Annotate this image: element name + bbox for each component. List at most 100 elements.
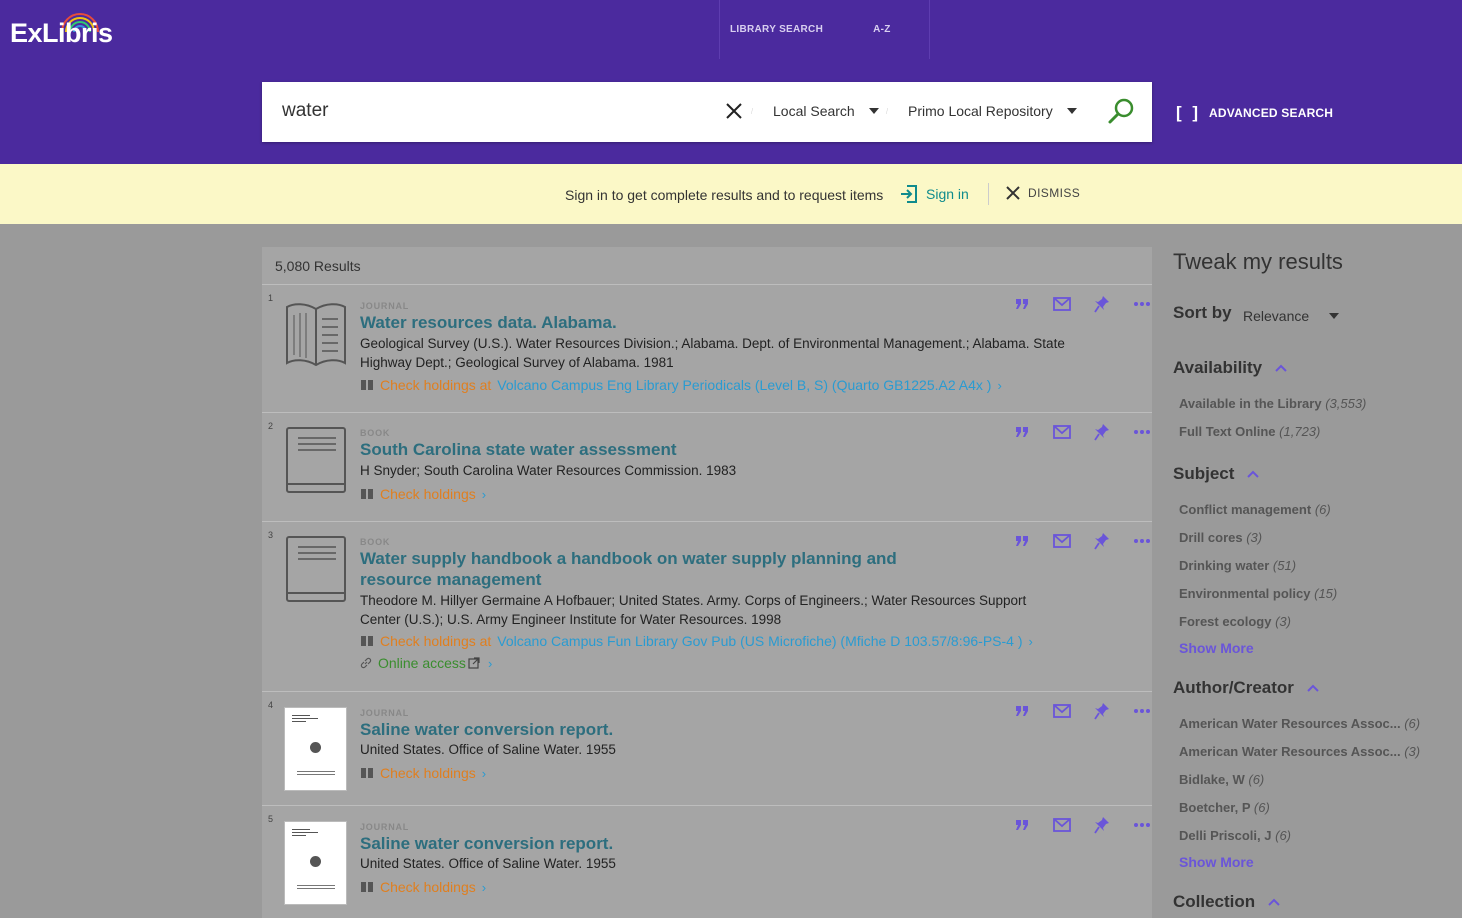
facet-item[interactable]: Conflict management (6) — [1179, 502, 1331, 517]
facet-item[interactable]: Drinking water (51) — [1179, 558, 1296, 573]
divider — [988, 183, 989, 205]
availability-link[interactable]: Check holdings › — [360, 765, 486, 781]
result-item[interactable]: 5 JOURNAL Saline water conversion report… — [262, 805, 1152, 918]
signin-button[interactable]: Sign in — [900, 184, 969, 204]
show-more-subject[interactable]: Show More — [1179, 640, 1254, 656]
citation-icon[interactable] — [1002, 815, 1042, 835]
search-bar-region: Local Search Primo Local Repository [ ] … — [0, 59, 1462, 164]
result-item[interactable]: 3 BOOK Water supply handbook a handbook … — [262, 521, 1152, 691]
dismiss-label: DISMISS — [1028, 186, 1081, 200]
show-more-author[interactable]: Show More — [1179, 854, 1254, 870]
chevron-up-icon — [1268, 898, 1280, 906]
email-icon[interactable] — [1042, 422, 1082, 442]
more-icon[interactable] — [1122, 422, 1162, 442]
more-icon[interactable] — [1122, 294, 1162, 314]
close-icon[interactable] — [725, 102, 743, 120]
signin-message: Sign in to get complete results and to r… — [565, 187, 884, 203]
result-author-line: United States. Office of Saline Water. 1… — [360, 856, 616, 871]
document-thumbnail — [284, 707, 347, 791]
brackets-icon: [ ] — [1176, 103, 1202, 122]
result-item[interactable]: 4 JOURNAL Saline water conversion report… — [262, 691, 1152, 805]
result-index: 1 — [268, 293, 274, 303]
citation-icon[interactable] — [1002, 531, 1042, 551]
result-actions — [1002, 531, 1162, 551]
chevron-down-icon — [1066, 108, 1077, 114]
availability-link[interactable]: Check holdings › — [360, 879, 486, 895]
result-item[interactable]: 2 BOOK South Carolina state water assess… — [262, 412, 1152, 521]
search-scope-dropdown[interactable]: Local Search — [773, 103, 879, 119]
facet-item[interactable]: Bidlake, W (6) — [1179, 772, 1264, 787]
search-tab-value: Primo Local Repository — [908, 103, 1053, 119]
divider — [751, 107, 753, 115]
facet-item[interactable]: Forest ecology (3) — [1179, 614, 1291, 629]
book-cover-icon — [286, 536, 346, 602]
facet-item[interactable]: Full Text Online (1,723) — [1179, 424, 1320, 439]
facet-group-author[interactable]: Author/Creator — [1173, 678, 1320, 698]
pin-icon[interactable] — [1082, 422, 1122, 442]
chevron-up-icon — [1307, 684, 1319, 692]
facet-item[interactable]: American Water Resources Assoc... (3) — [1179, 744, 1420, 759]
pin-icon[interactable] — [1082, 294, 1122, 314]
online-access-link[interactable]: Online access › — [360, 655, 492, 671]
search-input[interactable] — [282, 100, 702, 122]
result-title[interactable]: Saline water conversion report. — [360, 833, 613, 854]
result-index: 3 — [268, 530, 274, 540]
nav-library-search[interactable]: LIBRARY SEARCH — [720, 0, 833, 59]
email-icon[interactable] — [1042, 294, 1082, 314]
more-icon[interactable] — [1122, 531, 1162, 551]
more-icon[interactable] — [1122, 701, 1162, 721]
facet-item[interactable]: Boetcher, P (6) — [1179, 800, 1270, 815]
email-icon[interactable] — [1042, 701, 1082, 721]
advanced-search-button[interactable]: [ ] ADVANCED SEARCH — [1176, 103, 1333, 123]
result-actions — [1002, 815, 1162, 835]
chevron-down-icon — [1329, 313, 1340, 319]
availability-link[interactable]: Check holdings at Volcano Campus Eng Lib… — [360, 377, 1002, 393]
nav-a-z[interactable]: A-Z — [833, 0, 929, 59]
external-link-icon — [468, 657, 480, 669]
result-title[interactable]: Water resources data. Alabama. — [360, 312, 617, 333]
more-icon[interactable] — [1122, 815, 1162, 835]
result-title[interactable]: Water supply handbook a handbook on wate… — [360, 548, 897, 569]
availability-status: Check holdings — [380, 879, 476, 895]
facet-item[interactable]: Available in the Library (3,553) — [1179, 396, 1366, 411]
result-type: JOURNAL — [360, 301, 410, 311]
facet-group-subject[interactable]: Subject — [1173, 464, 1260, 484]
facet-group-availability[interactable]: Availability — [1173, 358, 1288, 378]
result-item[interactable]: 1 JOURNAL Water resources data. Alabama.… — [262, 284, 1152, 412]
citation-icon[interactable] — [1002, 422, 1042, 442]
search-tab-dropdown[interactable]: Primo Local Repository — [908, 103, 1077, 119]
book-icon — [361, 636, 373, 646]
facets-title: Tweak my results — [1173, 249, 1343, 274]
book-icon — [361, 489, 373, 499]
result-title[interactable]: resource management — [360, 569, 541, 590]
citation-icon[interactable] — [1002, 294, 1042, 314]
chevron-right-icon: › — [1028, 633, 1033, 649]
pin-icon[interactable] — [1082, 531, 1122, 551]
facet-item[interactable]: Environmental policy (15) — [1179, 586, 1337, 601]
email-icon[interactable] — [1042, 531, 1082, 551]
result-title[interactable]: South Carolina state water assessment — [360, 439, 677, 460]
signin-alert-bar: Sign in to get complete results and to r… — [0, 164, 1462, 224]
chevron-right-icon: › — [481, 879, 487, 895]
close-icon — [1006, 186, 1020, 200]
dismiss-button[interactable]: DISMISS — [1006, 186, 1080, 200]
search-icon[interactable] — [1107, 97, 1135, 125]
result-title[interactable]: Saline water conversion report. — [360, 719, 613, 740]
facet-item[interactable]: American Water Resources Assoc... (6) — [1179, 716, 1420, 731]
sort-dropdown[interactable]: Relevance — [1243, 308, 1340, 324]
availability-link[interactable]: Check holdings at Volcano Campus Fun Lib… — [360, 633, 1033, 649]
open-book-icon — [286, 303, 346, 367]
result-actions — [1002, 294, 1162, 314]
chevron-up-icon — [1247, 470, 1260, 478]
facet-group-collection[interactable]: Collection — [1173, 892, 1281, 912]
pin-icon[interactable] — [1082, 815, 1122, 835]
availability-link[interactable]: Check holdings › — [360, 486, 486, 502]
facet-item[interactable]: Delli Priscoli, J (6) — [1179, 828, 1291, 843]
facet-item[interactable]: Drill cores (3) — [1179, 530, 1262, 545]
email-icon[interactable] — [1042, 815, 1082, 835]
citation-icon[interactable] — [1002, 701, 1042, 721]
facet-group-label: Collection — [1173, 892, 1256, 911]
pin-icon[interactable] — [1082, 701, 1122, 721]
book-cover-icon — [286, 427, 346, 493]
availability-status: Check holdings at — [380, 633, 492, 649]
